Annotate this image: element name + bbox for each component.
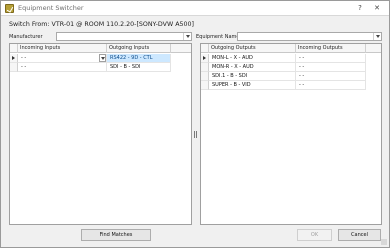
outgoing-output-cell[interactable]: SUPER - B - VID (209, 81, 296, 90)
inputs-grid-header: Incoming Inputs Outgoing Inputs (10, 44, 191, 53)
manufacturer-combo[interactable] (56, 32, 192, 41)
row-header[interactable] (10, 54, 18, 63)
column-header-outgoing-inputs[interactable]: Outgoing Inputs (107, 44, 171, 53)
resize-grip[interactable] (381, 239, 387, 245)
table-row[interactable]: MON-L - X - AUD - - (201, 54, 381, 63)
manufacturer-label: Manufacturer (9, 34, 43, 40)
row-header-corner (10, 44, 18, 53)
equipment-name-label: Equipment Name (196, 34, 240, 40)
incoming-output-cell[interactable]: - - (296, 54, 366, 63)
incoming-input-value: - - (21, 55, 27, 61)
column-header-incoming-outputs[interactable]: Incoming Outputs (296, 44, 366, 53)
ok-button[interactable]: OK (297, 229, 332, 241)
outputs-grid-header: Outgoing Outputs Incoming Outputs (201, 44, 381, 53)
column-header-outgoing-outputs[interactable]: Outgoing Outputs (209, 44, 296, 53)
table-row[interactable]: - - RS422 - 9D - CTL (10, 54, 191, 63)
window-title: Equipment Switcher (18, 4, 84, 12)
equipment-switcher-window: Equipment Switcher ? ✕ Switch From: VTR-… (0, 0, 390, 248)
incoming-output-cell[interactable]: - - (296, 72, 366, 81)
table-row[interactable]: SUPER - B - VID - - (201, 81, 381, 90)
row-header[interactable] (201, 63, 209, 72)
outgoing-output-cell[interactable]: SDI.1 - B - SDI (209, 72, 296, 81)
incoming-input-cell[interactable]: - - (18, 54, 107, 63)
outputs-grid[interactable]: Outgoing Outputs Incoming Outputs MON-L … (200, 43, 382, 225)
current-row-icon (203, 56, 206, 60)
chevron-down-icon[interactable] (183, 33, 191, 40)
cancel-button[interactable]: Cancel (338, 229, 381, 241)
find-matches-button[interactable]: Find Matches (81, 229, 151, 241)
incoming-output-cell[interactable]: - - (296, 81, 366, 90)
chevron-down-icon[interactable] (373, 33, 381, 40)
title-bar: Equipment Switcher ? ✕ (1, 1, 389, 16)
table-row[interactable]: MON-R - X - AUD - - (201, 63, 381, 72)
table-row[interactable]: SDI.1 - B - SDI - - (201, 72, 381, 81)
incoming-output-cell[interactable]: - - (296, 63, 366, 72)
close-button[interactable]: ✕ (371, 3, 383, 14)
table-row[interactable]: - - SDI - B - SDI (10, 63, 191, 72)
outgoing-output-cell[interactable]: MON-R - X - AUD (209, 63, 296, 72)
outgoing-input-cell[interactable]: RS422 - 9D - CTL (107, 54, 171, 63)
row-header[interactable] (201, 81, 209, 90)
close-icon: ✕ (374, 4, 380, 12)
row-header-corner (201, 44, 209, 53)
column-header-incoming-inputs[interactable]: Incoming Inputs (18, 44, 107, 53)
outgoing-output-cell[interactable]: MON-L - X - AUD (209, 54, 296, 63)
current-row-icon (12, 56, 15, 60)
incoming-input-cell[interactable]: - - (18, 63, 107, 72)
row-header[interactable] (10, 63, 18, 72)
equipment-name-combo[interactable] (237, 32, 382, 41)
switch-from-heading: Switch From: VTR-01 @ ROOM 110.2.20-[SON… (9, 21, 194, 28)
outgoing-input-cell[interactable]: SDI - B - SDI (107, 63, 171, 72)
row-header[interactable] (201, 54, 209, 63)
inputs-grid[interactable]: Incoming Inputs Outgoing Inputs - - RS42… (9, 43, 192, 225)
app-icon (5, 4, 14, 13)
panel-splitter[interactable] (194, 131, 197, 138)
help-button[interactable]: ? (354, 3, 366, 14)
chevron-down-icon[interactable] (99, 54, 106, 62)
row-header[interactable] (201, 72, 209, 81)
